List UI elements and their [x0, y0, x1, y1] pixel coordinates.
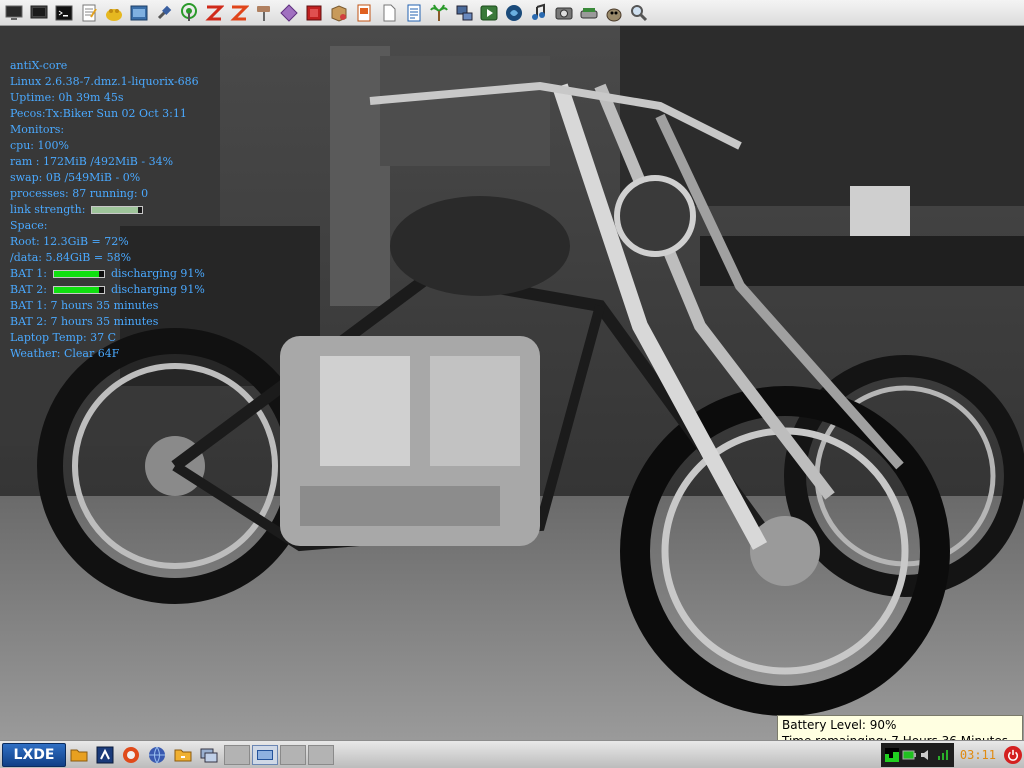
ram-usage: ram : 172MiB /492MiB - 34% — [10, 155, 174, 168]
start-menu-button[interactable]: LXDE — [2, 742, 66, 767]
paint-roller-icon[interactable] — [252, 1, 276, 25]
network-globe-icon[interactable] — [144, 743, 170, 767]
battery-level-text: Battery Level: 90% — [782, 718, 897, 732]
root-usage: Root: 12.3GiB = 72% — [10, 235, 129, 248]
data-disk-usage: /data: 5.84GiB = 58% — [10, 251, 132, 264]
wifi-antenna-icon[interactable] — [177, 1, 201, 25]
run-app-icon[interactable] — [92, 743, 118, 767]
palm-tree-icon[interactable] — [427, 1, 451, 25]
uptime: Uptime: 0h 39m 45s — [10, 91, 124, 104]
zip-tool-icon[interactable] — [202, 1, 226, 25]
monitor-icon[interactable] — [2, 1, 26, 25]
window-thumbnail — [257, 749, 273, 760]
volume-icon[interactable] — [919, 748, 933, 762]
text-editor-icon[interactable] — [77, 1, 101, 25]
desktop-3-button[interactable] — [280, 744, 306, 765]
bat1-fill — [53, 271, 100, 277]
music-note-icon[interactable] — [527, 1, 551, 25]
magnifier-icon[interactable] — [627, 1, 651, 25]
bat1-row: BAT 1: discharging 91% — [10, 266, 240, 282]
bat1-label: BAT 1: — [10, 267, 47, 280]
zip-archive-icon[interactable] — [227, 1, 251, 25]
network-plug-icon[interactable] — [152, 1, 176, 25]
kernel-version: Linux 2.6.38-7.dmz.1-liquorix-686 — [10, 75, 199, 88]
bat1-bar — [52, 270, 105, 278]
link-strength-bar — [91, 206, 144, 214]
os-name: antiX-core — [10, 59, 68, 72]
office-presentation-icon[interactable] — [352, 1, 376, 25]
swap-usage: swap: 0B /549MiB - 0% — [10, 171, 141, 184]
conky-system-monitor: antiX-core Linux 2.6.38-7.dmz.1-liquorix… — [10, 58, 240, 362]
clock[interactable]: 03:11 — [954, 748, 1002, 762]
file-manager-icon[interactable] — [66, 743, 92, 767]
battery-icon[interactable] — [902, 748, 916, 762]
link-strength-label: link strength: — [10, 203, 86, 216]
gimp-icon[interactable] — [602, 1, 626, 25]
system-tray: 03:11 — [880, 741, 1024, 768]
swirl-app-icon[interactable] — [502, 1, 526, 25]
red-square-icon[interactable] — [302, 1, 326, 25]
bat2-time: BAT 2: 7 hours 35 minutes — [10, 315, 159, 328]
cpu-usage: cpu: 100% — [10, 139, 69, 152]
network-computer-icon[interactable] — [452, 1, 476, 25]
bat1-time: BAT 1: 7 hours 35 minutes — [10, 299, 159, 312]
power-icon[interactable] — [1004, 745, 1022, 764]
bat1-status: discharging 91% — [110, 267, 205, 280]
taskbar: LXDE 03:11 — [0, 740, 1024, 768]
scanner-icon[interactable] — [577, 1, 601, 25]
display-icon[interactable] — [27, 1, 51, 25]
link-strength-fill — [92, 207, 139, 213]
link-strength-row: link strength: — [10, 202, 240, 218]
bat2-status: discharging 91% — [110, 283, 205, 296]
desktop-1-button[interactable] — [224, 744, 250, 765]
file-cabinet-icon[interactable] — [102, 1, 126, 25]
network-status-icon[interactable] — [936, 748, 950, 762]
space-heading: Space: — [10, 219, 48, 232]
bat2-row: BAT 2: discharging 91% — [10, 282, 240, 298]
bat2-label: BAT 2: — [10, 283, 47, 296]
writer-document-icon[interactable] — [402, 1, 426, 25]
camera-icon[interactable] — [552, 1, 576, 25]
bat2-fill — [53, 287, 100, 293]
weather: Weather: Clear 64F — [10, 347, 120, 360]
screenshot-icon[interactable] — [127, 1, 151, 25]
host-date: Pecos:Tx:Biker Sun 02 Oct 3:11 — [10, 107, 187, 120]
terminal-icon[interactable] — [52, 1, 76, 25]
blank-document-icon[interactable] — [377, 1, 401, 25]
monitors-heading: Monitors: — [10, 123, 65, 136]
tray-icons — [880, 742, 954, 767]
package-box-icon[interactable] — [327, 1, 351, 25]
top-launcher-bar — [0, 0, 1024, 26]
show-desktop-icon[interactable] — [196, 743, 222, 767]
browser-icon[interactable] — [118, 743, 144, 767]
bat2-bar — [52, 286, 105, 294]
home-folder-icon[interactable] — [170, 743, 196, 767]
desktop-2-button[interactable] — [252, 744, 278, 765]
process-count: processes: 87 running: 0 — [10, 187, 149, 200]
diamond-app-icon[interactable] — [277, 1, 301, 25]
media-player-icon[interactable] — [477, 1, 501, 25]
laptop-temp: Laptop Temp: 37 C — [10, 331, 117, 344]
cpu-graph-icon[interactable] — [884, 747, 899, 762]
desktop-4-button[interactable] — [308, 744, 334, 765]
